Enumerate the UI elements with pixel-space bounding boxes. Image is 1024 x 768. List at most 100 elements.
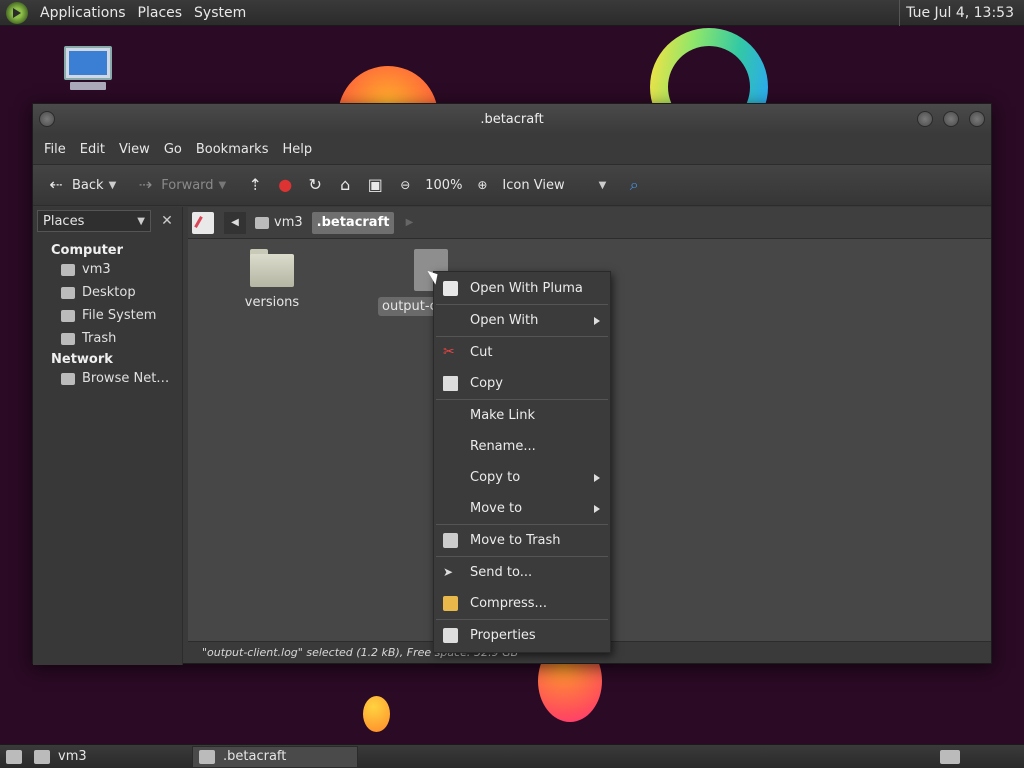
menu-item-rename[interactable]: Rename... xyxy=(434,431,610,462)
sidebar-item-file-system[interactable]: File System xyxy=(33,304,182,327)
toolbar: ⇠ Back ▼ ⇢ Forward ▼ ⇡ ● ↻ ⌂ ▣ ⊖ 100% ⊕ xyxy=(33,164,991,206)
copy-icon xyxy=(443,376,458,391)
top-panel: Applications Places System Tue Jul 4, 13… xyxy=(0,0,1024,26)
sidebar-item-trash[interactable]: Trash xyxy=(33,327,182,350)
properties-icon xyxy=(443,628,458,643)
show-desktop-icon xyxy=(6,749,22,764)
menu-item-open-with-pluma[interactable]: Open With Pluma xyxy=(434,273,610,304)
home-folder-icon xyxy=(255,216,269,229)
menu-go[interactable]: Go xyxy=(157,142,189,157)
menu-places[interactable]: Places xyxy=(132,5,189,21)
sidebar-section-computer: Computer xyxy=(51,243,124,258)
sidebar-type-combo[interactable]: Places ▼ xyxy=(37,210,151,232)
clock[interactable]: Tue Jul 4, 13:53 xyxy=(899,0,1020,26)
menu-item-properties[interactable]: Properties xyxy=(434,620,610,651)
sidebar-item-vm3[interactable]: vm3 xyxy=(33,258,182,281)
menu-file[interactable]: File xyxy=(37,142,73,157)
menu-edit[interactable]: Edit xyxy=(73,142,112,157)
menu-item-compress[interactable]: Compress... xyxy=(434,588,610,619)
path-scroll-left-button[interactable]: ◀ xyxy=(224,211,246,234)
computer-button[interactable]: ▣ xyxy=(360,169,390,201)
send-icon: ➤ xyxy=(443,565,454,579)
submenu-arrow-icon xyxy=(594,505,600,513)
pluma-icon xyxy=(443,281,458,296)
sidebar-item-desktop[interactable]: Desktop xyxy=(33,281,182,304)
zoom-in-icon: ⊕ xyxy=(477,178,488,192)
location-edit-button[interactable] xyxy=(192,211,214,234)
menu-item-send-to[interactable]: ➤ Send to... xyxy=(434,557,610,588)
context-menu: Open With Pluma Open With ✂ Cut Copy Mak… xyxy=(433,271,611,653)
desktop-folder-icon xyxy=(61,286,75,299)
forward-history-dropdown[interactable]: ▼ xyxy=(219,180,227,191)
close-sidebar-button[interactable]: ✕ xyxy=(157,211,177,231)
reload-icon: ↻ xyxy=(308,175,322,194)
sidebar: Places ▼ ✕ Computer vm3 Desktop File Sys… xyxy=(33,207,183,665)
menu-item-copy-to[interactable]: Copy to xyxy=(434,462,610,493)
folder-icon xyxy=(199,749,215,764)
zoom-in-button[interactable]: ⊕ xyxy=(467,169,497,201)
menu-help[interactable]: Help xyxy=(275,142,319,157)
trash-icon xyxy=(61,332,75,345)
computer-desktop-icon[interactable] xyxy=(58,44,118,104)
scissors-icon: ✂ xyxy=(443,344,455,360)
arrow-left-icon: ⇠ xyxy=(49,175,63,194)
reload-button[interactable]: ↻ xyxy=(300,169,330,201)
window-menu-button[interactable] xyxy=(39,111,55,127)
menu-item-open-with[interactable]: Open With xyxy=(434,305,610,336)
menu-item-cut[interactable]: ✂ Cut xyxy=(434,337,610,368)
close-button[interactable] xyxy=(969,111,985,127)
workspace-switcher[interactable] xyxy=(934,746,966,768)
zoom-level[interactable]: 100% xyxy=(420,169,467,201)
menu-item-copy[interactable]: Copy xyxy=(434,368,610,399)
wallpaper-shape xyxy=(363,696,390,732)
breadcrumb-vm3[interactable]: vm3 xyxy=(250,212,308,234)
workspace-icon xyxy=(940,749,960,764)
back-history-dropdown[interactable]: ▼ xyxy=(109,180,117,191)
file-item-versions[interactable]: versions xyxy=(222,249,322,310)
menu-system[interactable]: System xyxy=(188,5,252,21)
menubar: File Edit View Go Bookmarks Help xyxy=(33,134,991,164)
view-mode-select[interactable]: Icon View ▼ xyxy=(497,169,611,201)
forward-button[interactable]: ⇢ Forward xyxy=(130,169,218,201)
menu-bookmarks[interactable]: Bookmarks xyxy=(189,142,276,157)
taskbar-item-vm3[interactable]: vm3 xyxy=(28,746,192,768)
submenu-arrow-icon xyxy=(594,474,600,482)
folder-icon xyxy=(250,249,294,287)
drive-icon xyxy=(61,309,75,322)
arrow-right-icon: ⇢ xyxy=(138,175,152,194)
submenu-arrow-icon xyxy=(594,317,600,325)
computer-icon: ▣ xyxy=(367,175,383,194)
maximize-button[interactable] xyxy=(943,111,959,127)
menu-item-move-to-trash[interactable]: Move to Trash xyxy=(434,525,610,556)
breadcrumb-betacraft[interactable]: .betacraft xyxy=(311,211,395,234)
sidebar-item-browse-network[interactable]: Browse Net… xyxy=(33,367,182,390)
zoom-out-icon: ⊖ xyxy=(400,178,411,192)
minimize-button[interactable] xyxy=(917,111,933,127)
monitor-icon xyxy=(64,46,112,80)
show-desktop-button[interactable] xyxy=(0,746,28,768)
home-folder-icon xyxy=(34,749,50,764)
back-button[interactable]: ⇠ Back xyxy=(41,169,109,201)
menu-view[interactable]: View xyxy=(112,142,157,157)
titlebar[interactable]: .betacraft xyxy=(33,104,991,134)
bottom-panel: vm3 .betacraft xyxy=(0,744,1024,768)
zoom-out-button[interactable]: ⊖ xyxy=(390,169,420,201)
archive-icon xyxy=(443,596,458,611)
mate-logo-icon[interactable] xyxy=(6,1,28,24)
menu-item-move-to[interactable]: Move to xyxy=(434,493,610,524)
up-button[interactable]: ⇡ xyxy=(240,169,270,201)
home-folder-icon xyxy=(61,263,75,276)
search-button[interactable]: ⌕ xyxy=(619,169,649,201)
path-scroll-right-button[interactable]: ▶ xyxy=(398,212,420,234)
search-icon: ⌕ xyxy=(629,175,639,194)
breadcrumb: ◀ vm3 .betacraft ▶ xyxy=(188,207,991,239)
chevron-down-icon: ▼ xyxy=(137,215,145,227)
stop-button[interactable]: ● xyxy=(270,169,300,201)
menu-item-make-link[interactable]: Make Link xyxy=(434,400,610,431)
home-button[interactable]: ⌂ xyxy=(330,169,360,201)
trash-icon xyxy=(443,533,458,548)
window-title: .betacraft xyxy=(480,111,544,127)
chevron-down-icon: ▼ xyxy=(598,179,607,191)
menu-applications[interactable]: Applications xyxy=(34,5,132,21)
taskbar-item-betacraft[interactable]: .betacraft xyxy=(192,745,358,768)
